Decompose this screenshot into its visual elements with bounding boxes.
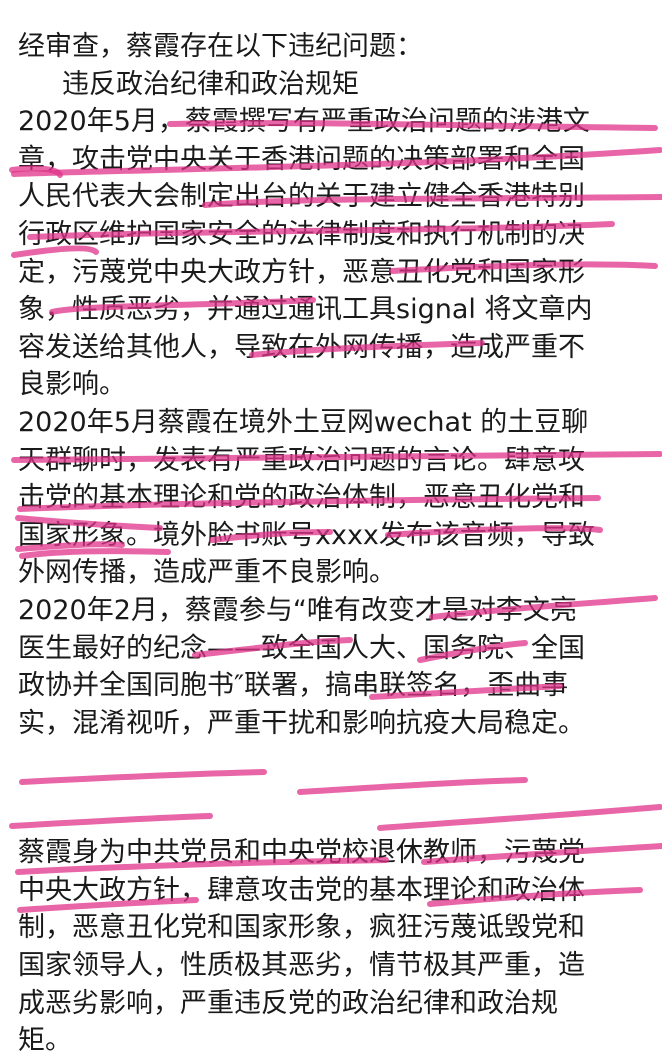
text-line: 击党的基本理论和党的政治体制，恶意丑化党和 xyxy=(18,482,585,514)
text-line: 实，混淆视听，严重干扰和影响抗疫大局稳定。 xyxy=(18,707,585,739)
text-line: 2020年5月，蔡霞撰写有严重政治问题的涉港文 xyxy=(18,106,590,138)
text-line: 天群聊时，发表有严重政治问题的言论。肆意攻 xyxy=(18,444,585,476)
paragraph-conclusion: 蔡霞身为中共党员和中央党校退休教师，污蔑党 中央大政方针，肆意攻击党的基本理论和… xyxy=(18,834,658,1060)
text-line: 蔡霞身为中共党员和中央党校退休教师，污蔑党 xyxy=(18,837,585,869)
document-body: 经审查，蔡霞存在以下违纪问题： 违反政治纪律和政治规矩 2020年5月，蔡霞撰写… xyxy=(18,28,658,1060)
text-line: 容发送给其他人，导致在外网传播，造成严重不 xyxy=(18,331,585,363)
text-line: 国家领导人，性质极其恶劣，情节极其严重，造 xyxy=(18,950,585,982)
text-line: 矩。 xyxy=(18,1025,72,1057)
text-line: 政协并全国同胞书″联署，搞串联签名，歪曲事 xyxy=(18,670,569,702)
text-line: 象，性质恶劣，并通过通讯工具signal 将文章内 xyxy=(18,294,593,326)
text-line: 中央大政方针，肆意攻击党的基本理论和政治体 xyxy=(18,874,585,906)
text-line: 2020年2月，蔡霞参与“唯有改变才是对李文亮 xyxy=(18,594,577,626)
paragraph-petition: 2020年2月，蔡霞参与“唯有改变才是对李文亮 医生最好的纪念——致全国人大、国… xyxy=(18,592,658,742)
text-line: 成恶劣影响，严重违反党的政治纪律和政治规 xyxy=(18,987,558,1019)
text-line: 2020年5月蔡霞在境外土豆网wechat 的土豆聊 xyxy=(18,406,589,438)
text-line: 外网传播，造成严重不良影响。 xyxy=(18,557,396,589)
text-line: 医生最好的纪念——致全国人大、国务院、全国 xyxy=(18,632,585,664)
intro-line: 经审查，蔡霞存在以下违纪问题： xyxy=(18,31,423,62)
text-line: 行政区维护国家安全的法律制度和执行机制的决 xyxy=(18,218,585,250)
text-line: 定，污蔑党中央大政方针，恶意丑化党和国家形 xyxy=(18,256,585,288)
paragraph-group-chat: 2020年5月蔡霞在境外土豆网wechat 的土豆聊 天群聊时，发表有严重政治问… xyxy=(18,404,658,592)
text-line: 人民代表大会制定出台的关于建立健全香港特别 xyxy=(18,181,585,213)
text-line: 制，恶意丑化党和国家形象，疯狂污蔑诋毁党和 xyxy=(18,912,585,944)
section-heading: 违反政治纪律和政治规矩 xyxy=(62,68,359,100)
text-line: 良影响。 xyxy=(18,369,126,401)
paragraph-hk-article: 2020年5月，蔡霞撰写有严重政治问题的涉港文 章，攻击党中央关于香港问题的决策… xyxy=(18,103,658,404)
text-line: 章，攻击党中央关于香港问题的决策部署和全国 xyxy=(18,143,585,175)
text-line: 国家形象。境外脸书账号xxxx发布该音频，导致 xyxy=(18,519,595,551)
